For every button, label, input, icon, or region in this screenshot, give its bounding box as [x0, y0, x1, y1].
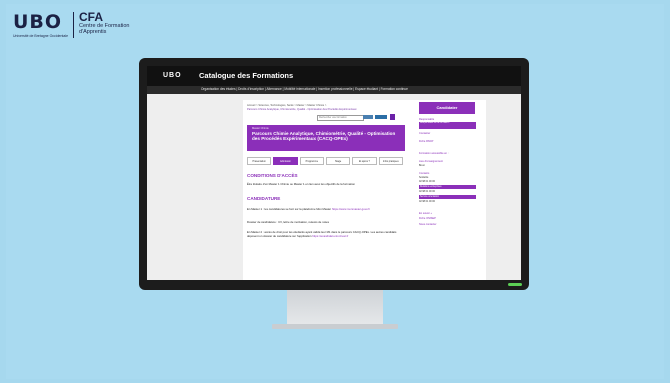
sidebar-contact-1: Scolarité: [419, 176, 429, 179]
candidater-button[interactable]: Candidater: [419, 102, 475, 114]
candidature-heading: CANDIDATURE: [247, 196, 281, 201]
hero-pretitle: Master Chimie: [252, 127, 269, 130]
onisep-link[interactable]: Fiche ONISEP: [419, 217, 436, 220]
cfa-logo: CFA Centre de Formation d'Apprentis: [79, 11, 129, 35]
sidebar-lieu: Brest: [419, 164, 425, 167]
monitor: UBO Catalogue des Formations Organisatio…: [139, 58, 529, 290]
ubo-logo: UBO Université de Bretagne Occidentale: [13, 11, 68, 38]
sidebar-label-contacts: Contacts: [419, 172, 430, 175]
tab-et-apres[interactable]: Et après ?: [352, 157, 377, 165]
ecandidat-link[interactable]: https://ecandidat.univ-brest.fr: [312, 234, 348, 238]
tab-stage[interactable]: Stage: [325, 157, 351, 165]
tab-presentation[interactable]: Présentation: [247, 157, 272, 165]
sidebar-contact-3[interactable]: Service orientation: [419, 195, 476, 199]
monitor-neck: [287, 290, 383, 325]
page-title: Parcours Chimie Analytique, Chimiométrie…: [252, 131, 396, 142]
conditions-heading: CONDITIONS D'ACCÈS: [247, 173, 298, 178]
sidebar-contact-2[interactable]: Relations entreprises: [419, 185, 476, 189]
sidebar-label-lieu: Lieu d'enseignement: [419, 160, 443, 163]
site-nav: Organisation des études | Droits d'inscr…: [147, 86, 521, 94]
cfa-line-2: d'Apprentis: [79, 29, 107, 35]
site-nav-links[interactable]: Organisation des études | Droits d'inscr…: [201, 87, 408, 91]
search-input[interactable]: Rechercher une formation: [317, 115, 364, 121]
candidature-paragraph-3: En Master 2 : accès de droit pour les ét…: [247, 230, 405, 238]
ubo-logo-subtitle: Université de Bretagne Occidentale: [13, 34, 69, 38]
scene: UBO Université de Bretagne Occidentale C…: [0, 0, 670, 383]
power-led-icon: [508, 283, 522, 286]
tab-infos-pratiques[interactable]: Infos pratiques: [378, 157, 403, 165]
nous-contacter-link[interactable]: Nous contacter: [419, 223, 436, 226]
contact-link[interactable]: Contacter: [419, 132, 430, 135]
sidebar-contact-3-detail: 02 98 01 00 00: [419, 200, 435, 203]
sidebar-contact-1-detail: 02 98 01 00 00: [419, 180, 435, 183]
monmaster-link[interactable]: https://www.monmaster.gouv.fr: [332, 207, 370, 211]
hero-banner: Master Chimie Parcours Chimie Analytique…: [247, 125, 405, 151]
tab-admission[interactable]: Admission: [273, 157, 298, 165]
print-button[interactable]: [375, 115, 387, 119]
candidature-paragraph-1: En Master 1 : les candidatures se font s…: [247, 207, 405, 211]
pdf-icon[interactable]: [390, 114, 395, 120]
page-content: Accueil > Sciences, Technologies, Santé …: [243, 100, 486, 280]
candidature-text-1: En Master 1 : les candidatures se font s…: [247, 207, 332, 211]
sidebar-label-fiche[interactable]: Fiche RNCP: [419, 140, 433, 143]
site-header: UBO Catalogue des Formations: [147, 66, 521, 86]
sidebar-label-responsable: Responsable: [419, 118, 435, 121]
monitor-stand: [272, 324, 398, 329]
breadcrumb-current[interactable]: Parcours Chimie Analytique, Chimiométrie…: [247, 108, 417, 111]
logo-divider: [73, 12, 74, 38]
sidebar-label-formation: Formation accessible en :: [419, 152, 449, 155]
site-logo[interactable]: UBO: [163, 72, 182, 79]
breadcrumb[interactable]: Accueil > Sciences, Technologies, Santé …: [247, 104, 417, 107]
conditions-text: Être titulaire d'un Master 1 Chimie ou M…: [247, 182, 355, 186]
site-title[interactable]: Catalogue des Formations: [199, 71, 293, 80]
sidebar-label-more: En savoir +: [419, 212, 433, 215]
cfa-title: CFA: [79, 10, 103, 24]
sidebar-contact-2-detail: 02 98 01 00 00: [419, 190, 435, 193]
monitor-screen: UBO Catalogue des Formations Organisatio…: [147, 66, 521, 280]
search-button[interactable]: [363, 115, 373, 119]
ubo-logo-text: UBO: [13, 11, 63, 33]
sidebar-box-responsable[interactable]: Responsable de la formation: [419, 122, 476, 129]
candidature-paragraph-2: Dossier de candidature : CV, lettre de m…: [247, 220, 329, 224]
tab-programme[interactable]: Programme: [299, 157, 324, 165]
tab-bar: Présentation Admission Programme Stage E…: [247, 157, 405, 165]
